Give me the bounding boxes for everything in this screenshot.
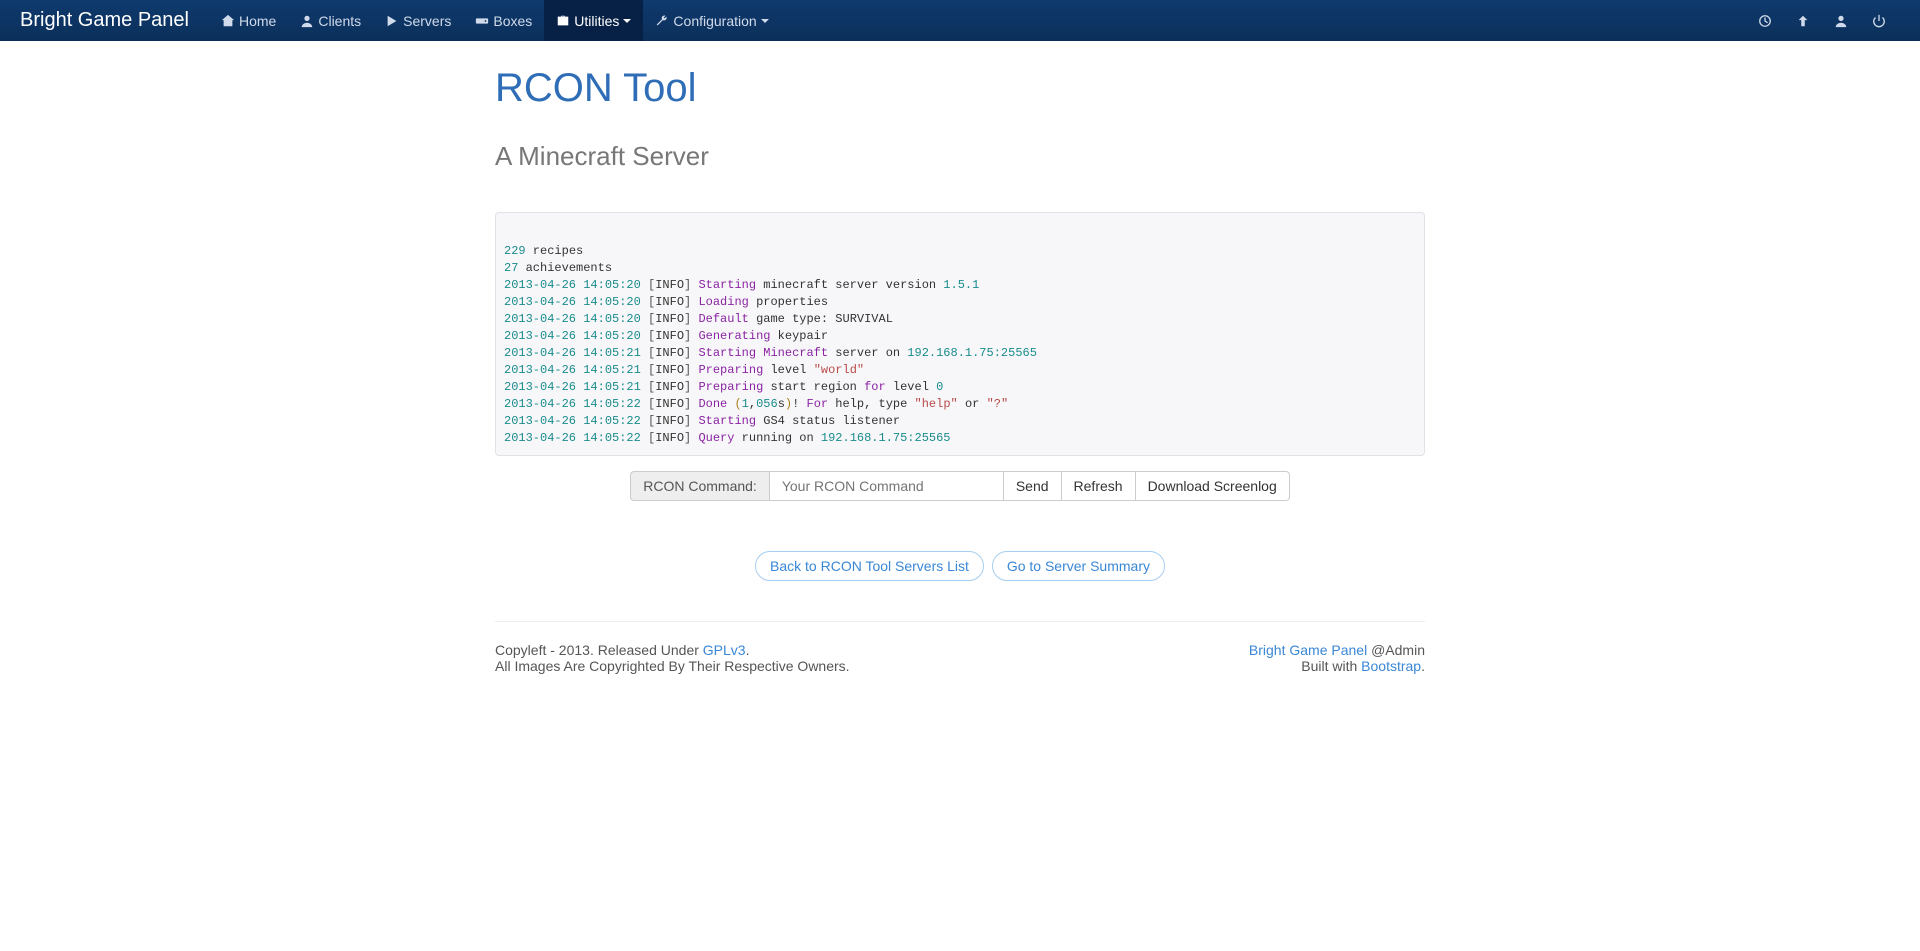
power-icon xyxy=(1872,14,1886,28)
rcon-label: RCON Command: xyxy=(630,471,769,501)
bgp-link[interactable]: Bright Game Panel xyxy=(1249,642,1367,658)
user-icon xyxy=(1834,14,1848,28)
refresh-button[interactable]: Refresh xyxy=(1062,471,1136,501)
console-output: 229 recipes 27 achievements 2013-04-26 1… xyxy=(495,212,1425,456)
nav-logout[interactable] xyxy=(1862,0,1900,41)
home-icon xyxy=(221,14,235,28)
nav-servers[interactable]: Servers xyxy=(373,0,463,41)
footer: Copyleft - 2013. Released Under GPLv3. A… xyxy=(495,642,1425,704)
nav-utilities[interactable]: Utilities xyxy=(544,0,643,41)
nav-home[interactable]: Home xyxy=(209,0,288,41)
go-to-summary-button[interactable]: Go to Server Summary xyxy=(992,551,1165,581)
user-icon xyxy=(300,14,314,28)
nav-clients[interactable]: Clients xyxy=(288,0,373,41)
nav-clock[interactable] xyxy=(1748,0,1786,41)
nav-profile[interactable] xyxy=(1824,0,1862,41)
divider xyxy=(495,621,1425,622)
nav-configuration-label: Configuration xyxy=(673,13,756,29)
caret-icon xyxy=(623,19,631,23)
built-with-text: Built with xyxy=(1301,658,1361,674)
page-title: RCON Tool xyxy=(495,66,1425,111)
hdd-icon xyxy=(475,14,489,28)
footer-right: Bright Game Panel @Admin Built with Boot… xyxy=(1249,642,1425,674)
caret-icon xyxy=(761,19,769,23)
nav-configuration[interactable]: Configuration xyxy=(643,0,780,41)
arrow-up-icon xyxy=(1796,14,1810,28)
nav-items-left: Home Clients Servers Boxes Utilities Con… xyxy=(209,0,1748,41)
nav-boxes[interactable]: Boxes xyxy=(463,0,544,41)
bootstrap-link[interactable]: Bootstrap xyxy=(1361,658,1421,674)
input-group: RCON Command: Send Refresh Download Scre… xyxy=(630,471,1290,501)
copyleft-text: Copyleft - 2013. Released Under xyxy=(495,642,703,658)
clock-icon xyxy=(1758,14,1772,28)
send-button[interactable]: Send xyxy=(1004,471,1062,501)
rcon-command-input[interactable] xyxy=(769,471,1004,501)
nav-clients-label: Clients xyxy=(318,13,361,29)
nav-boxes-label: Boxes xyxy=(493,13,532,29)
back-to-list-button[interactable]: Back to RCON Tool Servers List xyxy=(755,551,984,581)
nav-home-label: Home xyxy=(239,13,276,29)
wrench-icon xyxy=(655,14,669,28)
download-screenlog-button[interactable]: Download Screenlog xyxy=(1136,471,1290,501)
admin-text: @Admin xyxy=(1367,642,1425,658)
nav-pills: Back to RCON Tool Servers List Go to Ser… xyxy=(495,551,1425,581)
gplv3-link[interactable]: GPLv3 xyxy=(703,642,746,658)
brand[interactable]: Bright Game Panel xyxy=(20,9,189,32)
nav-utilities-label: Utilities xyxy=(574,13,619,29)
footer-left: Copyleft - 2013. Released Under GPLv3. A… xyxy=(495,642,850,674)
play-icon xyxy=(385,14,399,28)
server-name: A Minecraft Server xyxy=(495,141,1425,172)
rcon-form: RCON Command: Send Refresh Download Scre… xyxy=(495,471,1425,501)
navbar: Bright Game Panel Home Clients Servers B… xyxy=(0,0,1920,41)
briefcase-icon xyxy=(556,14,570,28)
nav-upload[interactable] xyxy=(1786,0,1824,41)
main-container: RCON Tool A Minecraft Server 229 recipes… xyxy=(480,66,1440,704)
images-copyright-text: All Images Are Copyrighted By Their Resp… xyxy=(495,658,850,674)
nav-items-right xyxy=(1748,0,1900,41)
nav-servers-label: Servers xyxy=(403,13,451,29)
